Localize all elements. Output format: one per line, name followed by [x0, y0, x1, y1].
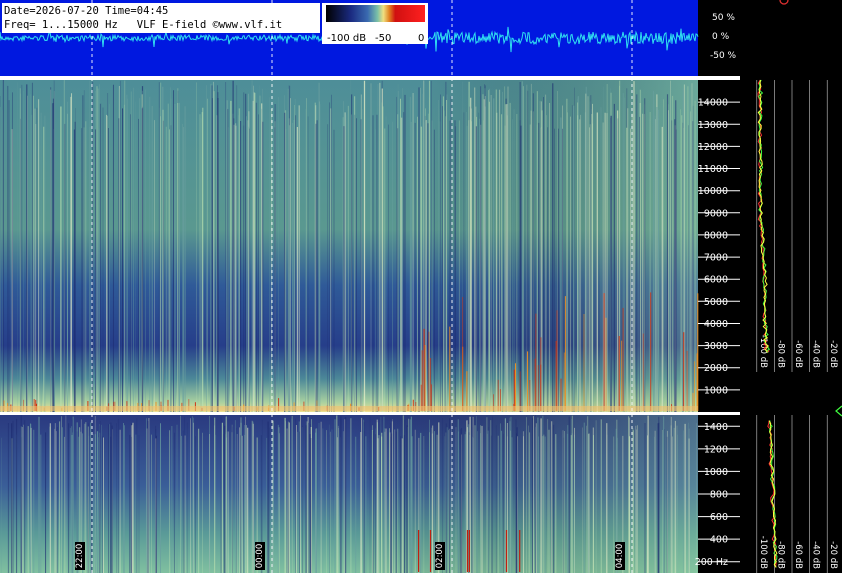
time-label: 22:00: [75, 544, 85, 569]
marker-arrow-icon: [835, 405, 842, 417]
separator-top: [0, 76, 740, 80]
upper-y-tick-label: 8000: [704, 230, 728, 241]
colorbar-label-max: 0: [418, 33, 424, 44]
upper-low-band: [0, 406, 698, 411]
lower-spectrum-tick-label: -40 dB: [811, 541, 821, 569]
colorbar-label-mid: -50: [375, 33, 391, 44]
upper-spectrum-tick-label: -40 dB: [811, 340, 821, 368]
lower-y-tick-label: 1400: [704, 422, 728, 433]
lower-y-tick-label: 400: [710, 535, 728, 546]
lower-y-tick-label: 600: [710, 512, 728, 523]
upper-spectrogram: 14000 13000 12000 11000 10000 9000 8000 7000 600…: [0, 80, 740, 412]
lower-spectrogram: 1400 1200 1000 800 600 400 200 Hz: [0, 415, 740, 573]
upper-y-tick-label: 13000: [698, 120, 728, 131]
separator-middle: [0, 412, 740, 415]
time-label: 04:00: [615, 544, 625, 569]
colorbar-gradient: [326, 5, 425, 22]
lower-spectrum-tick-label: -20 dB: [828, 541, 838, 569]
upper-y-tick-label: 4000: [704, 319, 728, 330]
lower-y-tick-label: 1200: [704, 444, 728, 455]
time-label: 00:00: [255, 544, 265, 569]
waveform-tick-50: 50 %: [712, 13, 735, 23]
upper-spectrum-tick-label: -20 dB: [828, 340, 838, 368]
time-label: 02:00: [435, 544, 445, 569]
upper-spectrum-panel: -100 dB -80 dB -60 dB -40 dB -20 dB: [756, 79, 838, 372]
waveform-tick-minus50: -50 %: [710, 51, 737, 61]
vlf-display: 50 % 0 % -50 % Date=2026-07-20 Time=04:4…: [0, 0, 842, 573]
upper-y-axis: 14000 13000 12000 11000 10000 9000 8000 7000 600…: [698, 98, 740, 396]
upper-y-tick-label: 14000: [698, 98, 728, 109]
upper-spectrum-tick-label: -60 dB: [793, 340, 803, 368]
lower-spectrum-panel: -100 dB -80 dB -60 dB -40 dB -20 dB: [756, 415, 838, 573]
upper-y-tick-label: 7000: [704, 253, 728, 264]
upper-y-tick-label: 10000: [698, 186, 728, 197]
upper-y-tick-label: 12000: [698, 142, 728, 153]
lower-y-tick-label: 200 Hz: [695, 557, 728, 568]
lower-y-tick-label: 1000: [704, 467, 728, 478]
upper-y-tick-label: 1000: [704, 385, 728, 396]
upper-y-tick-label: 3000: [704, 341, 728, 352]
upper-y-tick-label: 5000: [704, 297, 728, 308]
upper-y-tick-label: 9000: [704, 208, 728, 219]
header-freq-line: Freq= 1...15000 Hz VLF E-field ©www.vlf.…: [4, 19, 282, 31]
header-date-line: Date=2026-07-20 Time=04:45: [4, 5, 168, 17]
lower-spectrum-tick-label: -100 dB: [758, 536, 768, 569]
lower-spectrum-tick-label: -60 dB: [793, 541, 803, 569]
waveform-ticks: 50 % 0 % -50 %: [710, 13, 737, 61]
lower-y-axis: 1400 1200 1000 800 600 400 200 Hz: [695, 422, 740, 568]
lower-spectrum-tick-label: -80 dB: [775, 541, 785, 569]
upper-y-tick-label: 6000: [704, 275, 728, 286]
colorbar-label-min: -100 dB: [327, 33, 366, 44]
lower-y-tick-label: 800: [710, 490, 728, 501]
upper-y-tick-label: 2000: [704, 363, 728, 374]
colorbar: -100 dB -50 0: [322, 3, 428, 44]
waveform-tick-0: 0 %: [712, 32, 730, 42]
upper-y-tick-label: 11000: [698, 164, 728, 175]
upper-spectrum-tick-label: -80 dB: [775, 340, 785, 368]
status-indicator-icon: [779, 0, 789, 5]
